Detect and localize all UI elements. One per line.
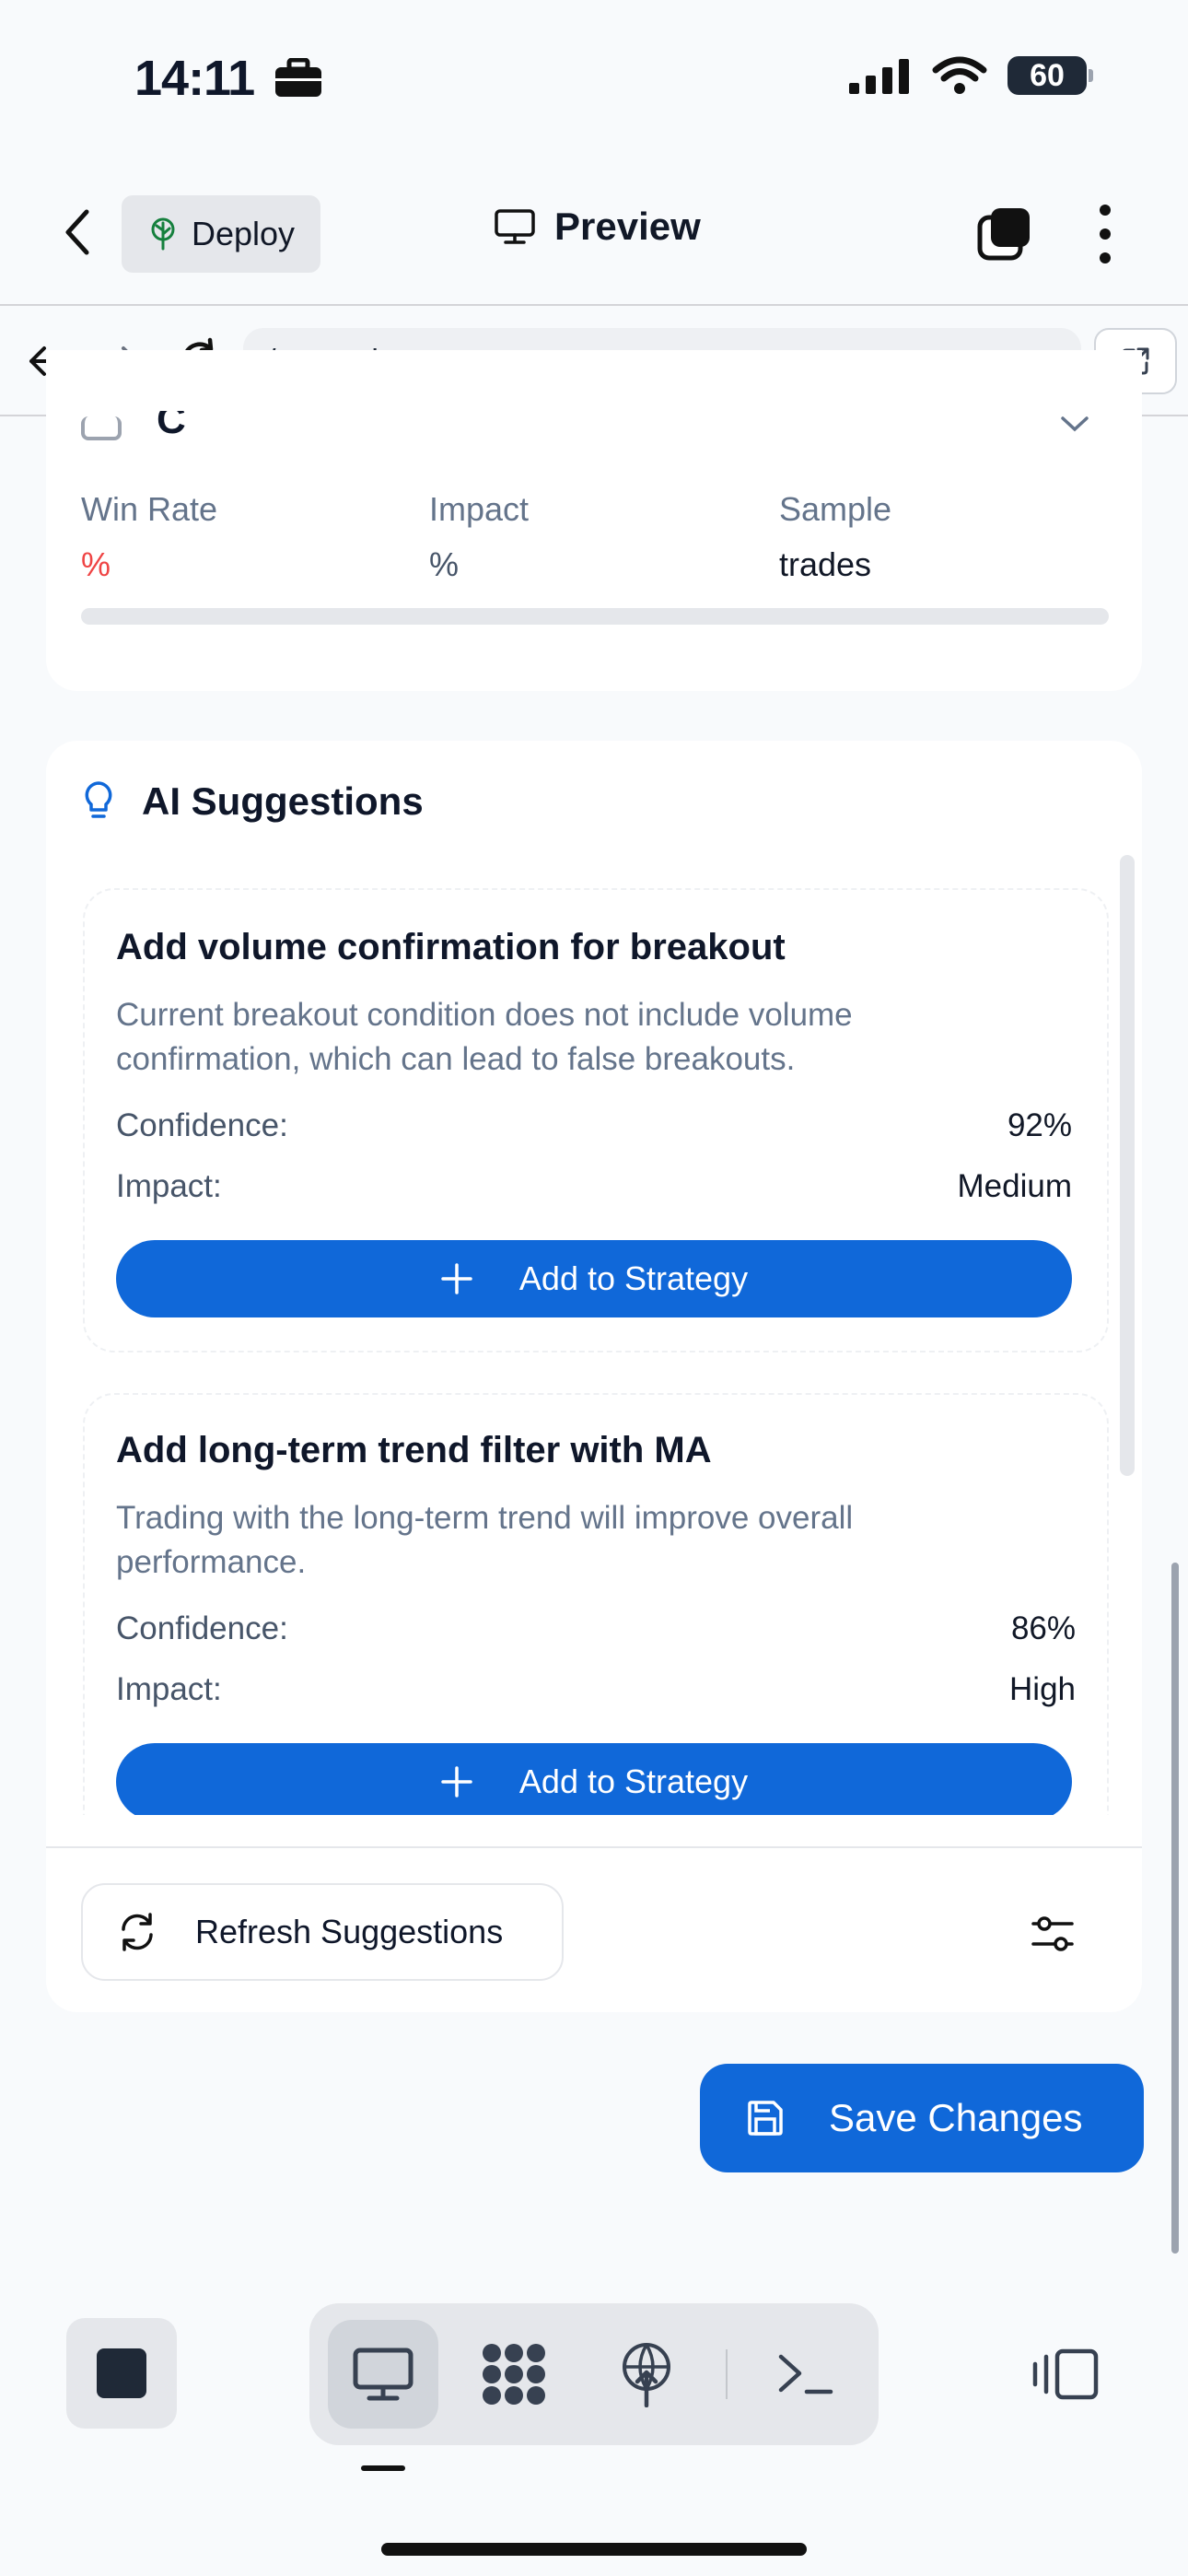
status-time: 14:11 bbox=[134, 50, 324, 107]
impact-label: Impact: bbox=[116, 1168, 222, 1204]
more-options-icon[interactable] bbox=[1094, 205, 1116, 263]
page-scrollbar[interactable] bbox=[1171, 1563, 1179, 2254]
view-switcher bbox=[309, 2303, 879, 2445]
back-button[interactable] bbox=[55, 205, 101, 260]
confidence-value: 92% bbox=[1007, 1107, 1072, 1143]
stop-button[interactable] bbox=[66, 2318, 177, 2429]
save-icon bbox=[748, 2101, 783, 2136]
tabs-button[interactable] bbox=[976, 205, 1033, 262]
refresh-suggestions-button[interactable]: Refresh Suggestions bbox=[81, 1883, 564, 1981]
deploy-label: Deploy bbox=[191, 215, 296, 252]
suggestion-title: Add long-term trend filter with MA bbox=[116, 1430, 712, 1470]
condition-heading: C bbox=[157, 411, 186, 440]
win-rate-progress-track bbox=[81, 608, 1109, 625]
terminal-icon bbox=[778, 2354, 833, 2395]
suggestions-scrollbar[interactable] bbox=[1120, 855, 1135, 1476]
refresh-icon bbox=[122, 1913, 153, 1951]
deploy-button[interactable]: Deploy bbox=[122, 195, 320, 273]
impact-value: % bbox=[429, 545, 460, 583]
plus-icon bbox=[441, 1766, 472, 1797]
confidence-label: Confidence: bbox=[116, 1610, 288, 1646]
panel-toggle-icon[interactable] bbox=[1031, 2348, 1101, 2401]
confidence-value: 86% bbox=[1010, 1610, 1076, 1646]
monitor-icon bbox=[353, 2348, 413, 2401]
confidence-label: Confidence: bbox=[116, 1107, 288, 1143]
suggestion-description: Trading with the long-term trend will im… bbox=[116, 1500, 854, 1580]
add-to-strategy-button[interactable]: Add to Strategy bbox=[116, 1743, 1072, 1815]
stop-icon bbox=[97, 2348, 146, 2398]
terminal-tab[interactable] bbox=[750, 2320, 860, 2429]
chevron-down-icon[interactable] bbox=[1059, 416, 1090, 433]
add-to-strategy-button[interactable]: Add to Strategy bbox=[116, 1240, 1072, 1317]
impact-label: Impact: bbox=[116, 1671, 222, 1707]
impact-value: Medium bbox=[957, 1168, 1072, 1204]
suggestion-clip: Add long-term trend filter with MA Tradi… bbox=[83, 1382, 1109, 1815]
battery-indicator: 60 bbox=[1007, 56, 1093, 95]
win-rate-value: % bbox=[81, 545, 111, 583]
impact-value: High bbox=[1009, 1671, 1076, 1707]
signal-icon bbox=[849, 59, 909, 94]
home-indicator bbox=[381, 2543, 807, 2556]
tabs-icon bbox=[977, 208, 1030, 261]
sample-label: Sample bbox=[779, 490, 892, 528]
lightbulb-icon bbox=[85, 781, 112, 818]
sliders-icon[interactable] bbox=[1028, 1909, 1077, 1959]
wifi-icon bbox=[932, 56, 987, 94]
impact-label: Impact bbox=[429, 490, 530, 528]
page-title: Preview bbox=[494, 205, 701, 249]
plus-icon bbox=[441, 1263, 472, 1294]
card-divider bbox=[46, 1846, 1142, 1848]
chevron-left-icon bbox=[65, 209, 89, 255]
status-icons: 60 bbox=[847, 55, 1093, 96]
sample-value: trades bbox=[779, 545, 872, 583]
preview-tab[interactable] bbox=[328, 2320, 438, 2429]
briefcase-icon bbox=[275, 57, 322, 97]
workflow-tab[interactable] bbox=[459, 2320, 569, 2429]
suggestion-description: Current breakout condition does not incl… bbox=[116, 997, 853, 1077]
nodes-icon bbox=[483, 2344, 545, 2405]
ai-suggestions-header: AI Suggestions bbox=[83, 779, 424, 824]
active-tab-indicator bbox=[361, 2465, 405, 2471]
toolbar-separator bbox=[726, 2349, 728, 2399]
globe-upload-icon bbox=[623, 2343, 670, 2407]
tree-icon bbox=[151, 217, 175, 251]
win-rate-label: Win Rate bbox=[81, 490, 218, 528]
deploy-tab[interactable] bbox=[591, 2320, 702, 2429]
save-changes-button[interactable]: Save Changes bbox=[700, 2064, 1144, 2172]
suggestion-title: Add volume confirmation for breakout bbox=[116, 927, 786, 967]
monitor-icon bbox=[495, 209, 535, 244]
condition-checkbox[interactable] bbox=[81, 416, 122, 440]
